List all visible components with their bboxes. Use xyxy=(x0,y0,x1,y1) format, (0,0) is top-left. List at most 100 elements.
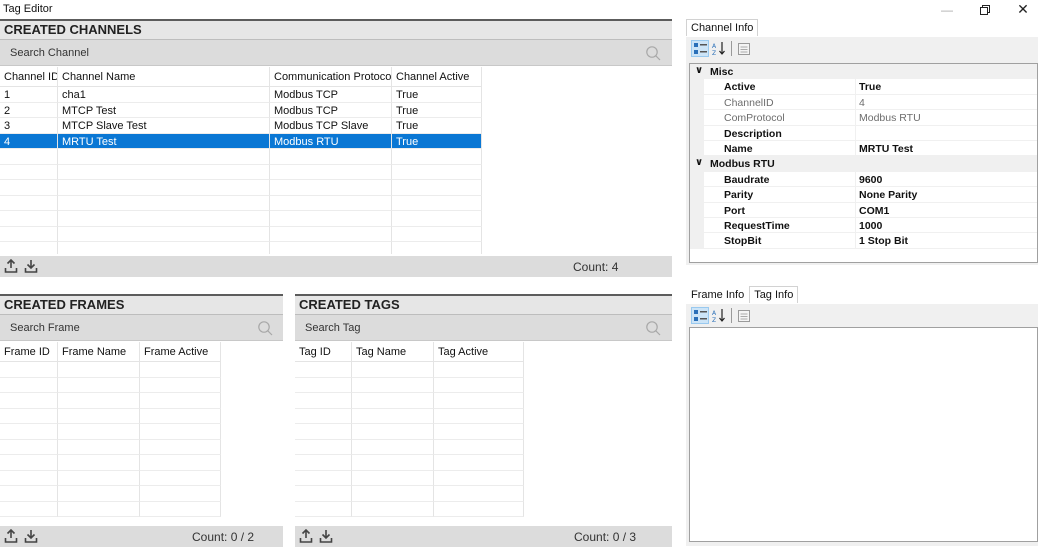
table-row[interactable]: 2 MTCP Test Modbus TCP True xyxy=(0,102,482,118)
channels-grid-header: Channel ID Channel Name Communication Pr… xyxy=(0,67,482,87)
property-name: Name xyxy=(690,141,856,157)
empty-row xyxy=(295,501,524,517)
empty-row xyxy=(295,393,524,409)
minimize-button[interactable]: — xyxy=(928,0,966,19)
property-row[interactable]: Baudrate 9600 xyxy=(690,171,1037,188)
channels-header: CREATED CHANNELS xyxy=(0,19,672,40)
chevron-down-icon[interactable]: ∨ xyxy=(695,65,703,76)
property-pages-icon xyxy=(738,42,750,55)
tags-grid-header: Tag ID Tag Name Tag Active xyxy=(295,342,524,362)
cell-protocol: Modbus TCP xyxy=(270,87,392,103)
empty-row xyxy=(295,455,524,471)
property-row[interactable]: StopBit 1 Stop Bit xyxy=(690,233,1037,249)
column-header-frame-id[interactable]: Frame ID xyxy=(0,342,58,362)
search-icon[interactable] xyxy=(645,45,661,61)
property-row[interactable]: Name MRTU Test xyxy=(690,141,1037,157)
property-row[interactable]: ChannelID 4 xyxy=(690,94,1037,111)
cell-channel-id: 1 xyxy=(0,87,58,103)
property-pages-button[interactable] xyxy=(735,307,753,324)
sort-alphabetical-icon: AZ xyxy=(712,309,725,322)
property-value[interactable]: COM1 xyxy=(856,203,1037,218)
property-value[interactable]: 4 xyxy=(856,95,1037,111)
restore-icon xyxy=(980,4,990,15)
property-row[interactable]: Port COM1 xyxy=(690,202,1037,218)
categorized-button[interactable] xyxy=(691,307,709,324)
property-pages-button[interactable] xyxy=(735,40,753,57)
upload-icon[interactable] xyxy=(299,529,313,543)
property-value[interactable]: 1 Stop Bit xyxy=(856,233,1037,249)
empty-row xyxy=(0,242,482,254)
property-name: Description xyxy=(690,125,856,141)
cell-channel-name: MTCP Test xyxy=(58,102,270,118)
search-icon[interactable] xyxy=(645,320,661,336)
toolbar-separator xyxy=(731,41,732,56)
column-header-tag-name[interactable]: Tag Name xyxy=(352,342,434,362)
column-header-frame-name[interactable]: Frame Name xyxy=(58,342,140,362)
tags-footer: Count: 0 / 3 xyxy=(295,526,672,547)
column-header-protocol[interactable]: Communication Protocol xyxy=(270,67,392,87)
table-row[interactable]: 1 cha1 Modbus TCP True xyxy=(0,87,482,103)
property-toolbar: AZ xyxy=(686,304,1038,326)
restore-button[interactable] xyxy=(966,0,1004,19)
property-row[interactable]: ComProtocol Modbus RTU xyxy=(690,110,1037,126)
alphabetical-button[interactable]: AZ xyxy=(710,40,728,57)
upload-icon[interactable] xyxy=(4,529,18,543)
channel-search-input[interactable] xyxy=(4,42,634,64)
download-icon[interactable] xyxy=(24,259,38,273)
category-misc[interactable]: ∨ Misc xyxy=(690,64,1037,80)
property-value[interactable]: 9600 xyxy=(856,172,1037,188)
empty-row xyxy=(0,455,221,471)
download-icon[interactable] xyxy=(24,529,38,543)
property-row[interactable]: Parity None Parity xyxy=(690,187,1037,203)
svg-text:Z: Z xyxy=(712,317,716,322)
property-name: Active xyxy=(690,79,856,95)
category-modbus-rtu[interactable]: ∨ Modbus RTU xyxy=(690,156,1037,172)
download-icon[interactable] xyxy=(319,529,333,543)
svg-text:Z: Z xyxy=(712,50,716,55)
property-row[interactable]: Description xyxy=(690,125,1037,141)
property-row[interactable]: Active True xyxy=(690,79,1037,95)
empty-row xyxy=(295,377,524,393)
upload-icon[interactable] xyxy=(4,259,18,273)
column-header-frame-active[interactable]: Frame Active xyxy=(140,342,221,362)
empty-row xyxy=(295,424,524,440)
column-header-channel-name[interactable]: Channel Name xyxy=(58,67,270,87)
column-header-channel-active[interactable]: Channel Active xyxy=(392,67,482,87)
table-row[interactable]: 3 MTCP Slave Test Modbus TCP Slave True xyxy=(0,118,482,134)
empty-row xyxy=(0,362,221,378)
property-toolbar: AZ xyxy=(686,37,1038,59)
close-button[interactable]: ✕ xyxy=(1004,0,1040,19)
property-value[interactable]: True xyxy=(856,79,1037,95)
property-value[interactable]: None Parity xyxy=(856,187,1037,203)
alphabetical-button[interactable]: AZ xyxy=(710,307,728,324)
frame-search-input[interactable] xyxy=(4,317,244,339)
cell-protocol: Modbus TCP Slave xyxy=(270,118,392,134)
tab-channel-info[interactable]: Channel Info xyxy=(686,19,759,36)
tag-search-input[interactable] xyxy=(299,317,634,339)
cell-protocol: Modbus TCP xyxy=(270,102,392,118)
table-row-selected[interactable]: 4 MRTU Test Modbus RTU True xyxy=(0,133,482,149)
categorized-button[interactable] xyxy=(691,40,709,57)
sort-alphabetical-icon: AZ xyxy=(712,42,725,55)
property-value[interactable]: 1000 xyxy=(856,218,1037,234)
info-tabs: Frame Info Tag Info xyxy=(686,286,799,303)
cell-channel-name: MTCP Slave Test xyxy=(58,118,270,134)
empty-row xyxy=(0,393,221,409)
chevron-down-icon[interactable]: ∨ xyxy=(695,157,703,168)
property-value[interactable]: Modbus RTU xyxy=(856,110,1037,126)
tag-info-panel: AZ xyxy=(686,304,1038,546)
property-value[interactable] xyxy=(856,126,1037,141)
tab-tag-info[interactable]: Tag Info xyxy=(749,286,799,303)
property-value[interactable]: MRTU Test xyxy=(856,141,1037,157)
column-header-tag-active[interactable]: Tag Active xyxy=(434,342,524,362)
property-name: RequestTime xyxy=(690,218,856,234)
property-row[interactable]: RequestTime 1000 xyxy=(690,218,1037,234)
empty-row xyxy=(0,486,221,502)
search-icon[interactable] xyxy=(257,320,273,336)
cell-protocol: Modbus RTU xyxy=(270,133,392,149)
property-name: StopBit xyxy=(690,233,856,249)
column-header-channel-id[interactable]: Channel ID xyxy=(0,67,58,87)
tab-frame-info[interactable]: Frame Info xyxy=(686,286,749,303)
column-header-tag-id[interactable]: Tag ID xyxy=(295,342,352,362)
frames-grid-header: Frame ID Frame Name Frame Active xyxy=(0,342,221,362)
